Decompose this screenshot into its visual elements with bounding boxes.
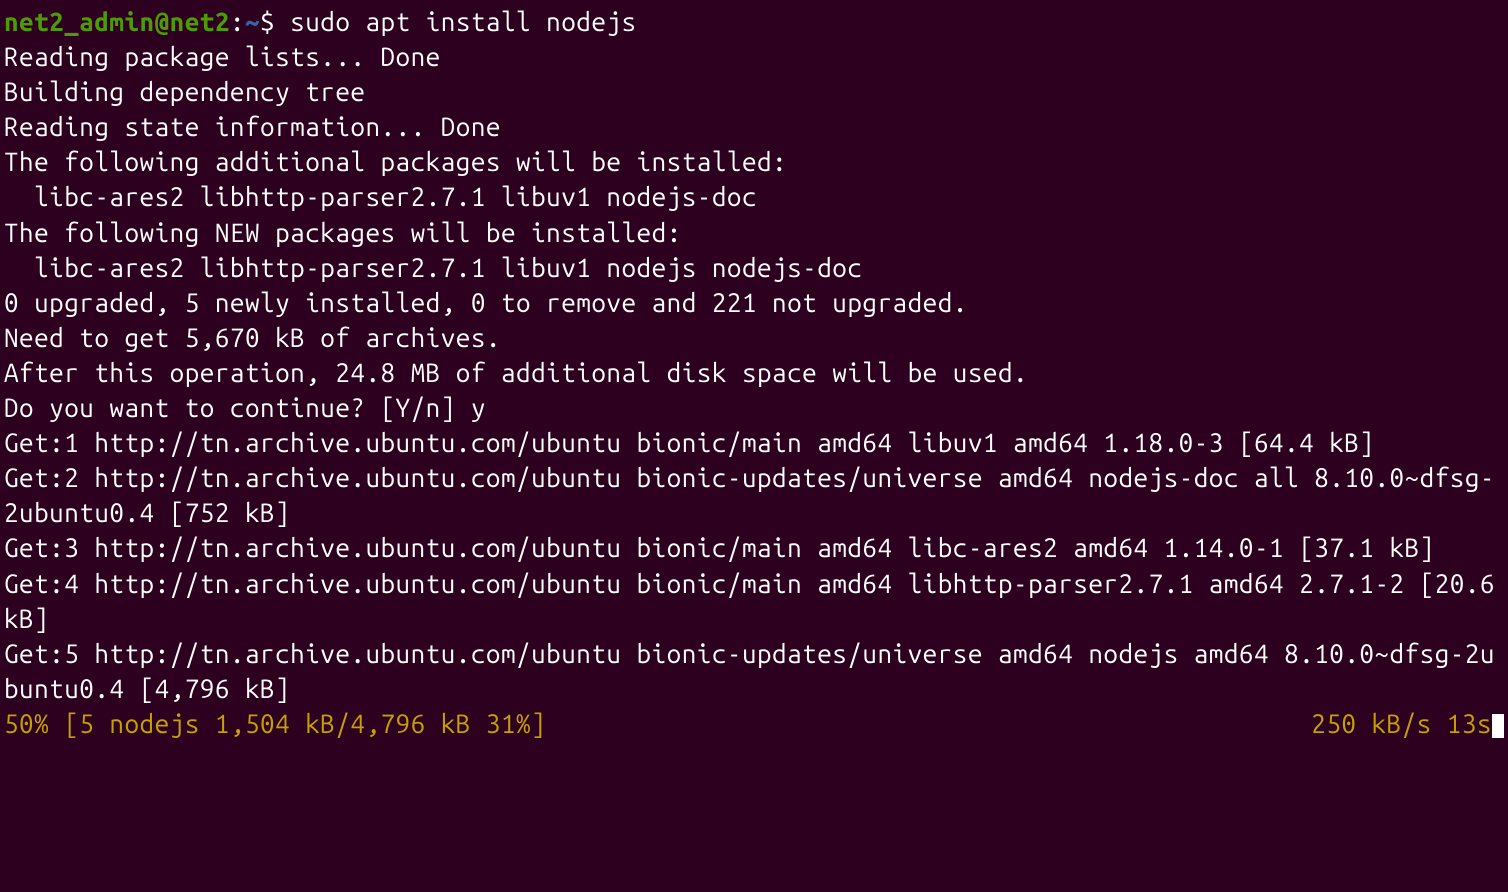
- output-line: Need to get 5,670 kB of archives.: [4, 323, 501, 352]
- output-line: The following NEW packages will be insta…: [4, 218, 682, 247]
- progress-left: 50% [5 nodejs 1,504 kB/4,796 kB 31%]: [4, 709, 546, 738]
- prompt-user-host: net2_admin@net2: [4, 7, 230, 36]
- progress-right: 250 kB/s 13s: [1311, 706, 1504, 741]
- output-line: Get:2 http://tn.archive.ubuntu.com/ubunt…: [4, 463, 1495, 527]
- output-line: Get:1 http://tn.archive.ubuntu.com/ubunt…: [4, 428, 1374, 457]
- output-line: The following additional packages will b…: [4, 147, 787, 176]
- output-line: Get:3 http://tn.archive.ubuntu.com/ubunt…: [4, 533, 1435, 562]
- prompt-dollar: $: [260, 7, 290, 36]
- terminal-window[interactable]: net2_admin@net2:~$ sudo apt install node…: [4, 4, 1504, 741]
- output-line: Building dependency tree: [4, 77, 365, 106]
- output-line: After this operation, 24.8 MB of additio…: [4, 358, 1028, 387]
- command-text: sudo apt install nodejs: [290, 7, 636, 36]
- output-line: Do you want to continue? [Y/n] y: [4, 393, 486, 422]
- prompt-separator: :: [230, 7, 245, 36]
- output-line: Get:5 http://tn.archive.ubuntu.com/ubunt…: [4, 639, 1495, 703]
- output-line: libc-ares2 libhttp-parser2.7.1 libuv1 no…: [4, 253, 862, 282]
- prompt-path: ~: [245, 7, 260, 36]
- output-line: libc-ares2 libhttp-parser2.7.1 libuv1 no…: [4, 182, 757, 211]
- output-line: Reading package lists... Done: [4, 42, 441, 71]
- output-line: Get:4 http://tn.archive.ubuntu.com/ubunt…: [4, 569, 1508, 633]
- output-line: 0 upgraded, 5 newly installed, 0 to remo…: [4, 288, 968, 317]
- output-line: Reading state information... Done: [4, 112, 501, 141]
- cursor-icon: [1492, 714, 1504, 738]
